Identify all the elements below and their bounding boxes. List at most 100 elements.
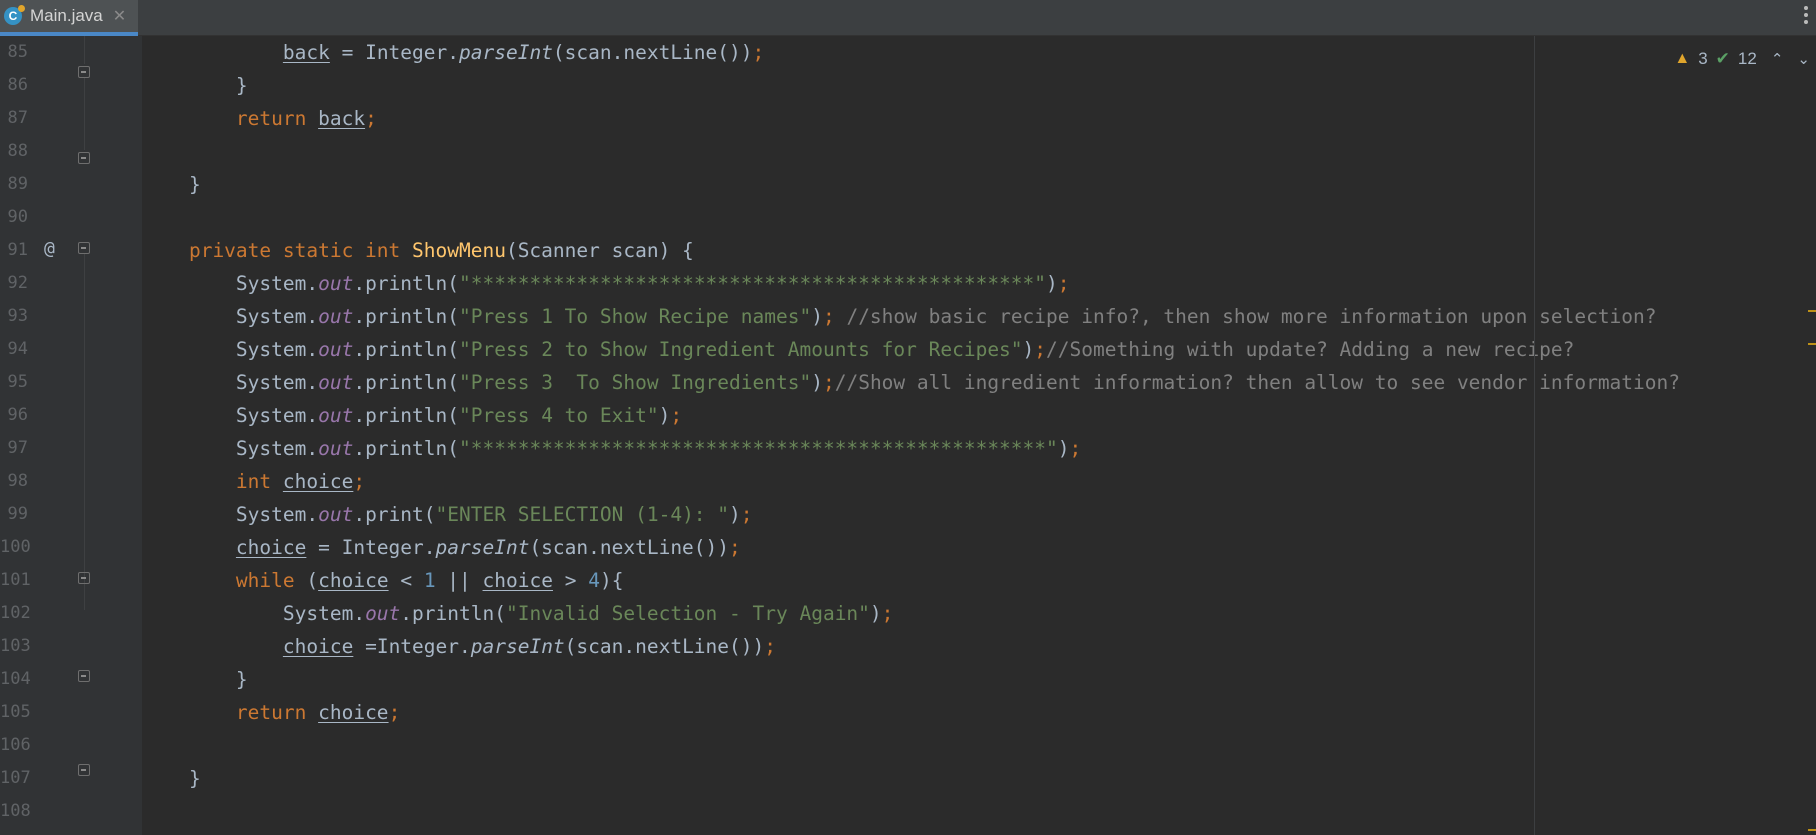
- code-token: ): [1022, 338, 1035, 361]
- line-number: 86: [7, 75, 28, 95]
- inspection-widget[interactable]: ▲ 3 ✔ 12 ⌃ ⌄: [1674, 46, 1816, 72]
- code-line[interactable]: }: [142, 69, 248, 102]
- code-token: choice: [282, 635, 354, 658]
- code-token: ;: [1069, 437, 1082, 460]
- code-token: ;: [353, 470, 366, 493]
- code-token: .print(: [353, 503, 436, 526]
- tab-main-java[interactable]: C Main.java ✕: [0, 0, 138, 36]
- fold-marker[interactable]: [78, 66, 90, 78]
- code-line[interactable]: System.out.print("ENTER SELECTION (1-4):…: [142, 498, 753, 531]
- code-token: out: [318, 272, 354, 295]
- code-token: ): [869, 602, 882, 625]
- code-token: ;: [881, 602, 894, 625]
- error-stripe-mark[interactable]: [1808, 829, 1816, 831]
- code-line[interactable]: System.out.println("Press 1 To Show Reci…: [142, 300, 1657, 333]
- fold-marker[interactable]: [78, 572, 90, 584]
- code-line[interactable]: private static int ShowMenu(Scanner scan…: [142, 234, 694, 267]
- fold-marker[interactable]: [78, 242, 90, 254]
- code-token: }: [142, 74, 248, 97]
- code-token: ): [1046, 272, 1058, 295]
- code-token: ;: [388, 701, 401, 724]
- line-number: 93: [7, 306, 28, 326]
- code-token: //show basic recipe info?, then show mor…: [846, 305, 1657, 328]
- code-token: ;: [822, 371, 835, 394]
- code-token: (scan.nextLine()): [529, 536, 730, 559]
- code-token: "Invalid Selection - Try Again": [505, 602, 870, 625]
- code-token: System.: [142, 272, 319, 295]
- line-number: 87: [7, 108, 28, 128]
- fold-marker[interactable]: [78, 152, 90, 164]
- code-token: }: [142, 767, 201, 790]
- code-area[interactable]: back = Integer.parseInt(scan.nextLine())…: [142, 36, 1812, 835]
- line-number: 92: [7, 273, 28, 293]
- line-numbers: 85 86 87 88 89 90 91 92 93 94 95 96 97 98 99 100 101 102 1…: [0, 36, 34, 835]
- code-token: out: [365, 602, 401, 625]
- code-line[interactable]: System.out.println("Press 2 to Show Ingr…: [142, 333, 1574, 366]
- code-token: ;: [822, 305, 847, 328]
- code-token: ;: [740, 503, 753, 526]
- code-token: ): [658, 404, 671, 427]
- code-token: "Press 4 to Exit": [459, 404, 659, 427]
- code-token: return: [142, 701, 319, 724]
- code-token: .println(: [353, 404, 460, 427]
- code-line[interactable]: System.out.println("********************…: [142, 267, 1070, 300]
- line-number: 103: [0, 636, 31, 656]
- code-line[interactable]: System.out.println("Press 3 To Show Ingr…: [142, 366, 1680, 399]
- override-method-icon[interactable]: @: [44, 238, 55, 259]
- code-token: "Press 2 to Show Ingredient Amounts for …: [459, 338, 1023, 361]
- code-token: ShowMenu: [412, 239, 506, 262]
- chevron-down-icon[interactable]: ⌄: [1797, 50, 1810, 68]
- editor-gutter: 85 86 87 88 89 90 91 92 93 94 95 96 97 98 99 100 101 102 1…: [0, 36, 142, 835]
- chevron-up-icon[interactable]: ⌃: [1771, 50, 1784, 68]
- line-number: 88: [7, 141, 28, 161]
- code-token: parseInt: [459, 41, 553, 64]
- code-token: ): [1057, 437, 1070, 460]
- code-line[interactable]: System.out.println("Invalid Selection - …: [142, 597, 894, 630]
- code-token: while: [142, 569, 307, 592]
- code-line[interactable]: choice =Integer.parseInt(scan.nextLine()…: [142, 630, 776, 663]
- error-stripe-mark[interactable]: [1808, 310, 1816, 312]
- code-line[interactable]: private static int ShowAllRecipes(Connec…: [142, 828, 1034, 835]
- code-line[interactable]: }: [142, 168, 201, 201]
- code-line[interactable]: while (choice < 1 || choice > 4){: [142, 564, 624, 597]
- code-editor[interactable]: 85 86 87 88 89 90 91 92 93 94 95 96 97 98 99 100 101 102 1…: [0, 36, 1816, 835]
- code-token: }: [142, 668, 248, 691]
- line-number: 101: [0, 570, 31, 590]
- error-stripe-mark[interactable]: [1808, 343, 1816, 345]
- code-line[interactable]: return choice;: [142, 696, 400, 729]
- close-tab-icon[interactable]: ✕: [113, 6, 126, 26]
- code-line[interactable]: System.out.println("********************…: [142, 432, 1081, 465]
- code-line[interactable]: }: [142, 663, 248, 696]
- code-token: choice: [318, 569, 389, 592]
- code-line[interactable]: return back;: [142, 102, 377, 135]
- code-line[interactable]: back = Integer.parseInt(scan.nextLine())…: [142, 36, 764, 69]
- code-line[interactable]: int choice;: [142, 465, 365, 498]
- fold-marker[interactable]: [78, 764, 90, 776]
- code-token: System.: [142, 503, 319, 526]
- code-line[interactable]: System.out.println("Press 4 to Exit");: [142, 399, 682, 432]
- code-line[interactable]: }: [142, 762, 201, 795]
- warning-icon: ▲: [1674, 50, 1691, 67]
- code-token: 1: [423, 569, 436, 592]
- code-token: choice: [482, 569, 553, 592]
- right-margin-guide: [1534, 36, 1535, 835]
- line-number: 98: [7, 471, 28, 491]
- code-token: choice: [318, 701, 389, 724]
- code-token: ;: [1057, 272, 1070, 295]
- line-number: 96: [7, 405, 28, 425]
- code-token: out: [318, 338, 354, 361]
- fold-marker[interactable]: [78, 670, 90, 682]
- code-line[interactable]: choice = Integer.parseInt(scan.nextLine(…: [142, 531, 741, 564]
- more-options-icon[interactable]: [1804, 6, 1810, 24]
- code-token: back: [318, 107, 366, 130]
- code-token: //Something with update? Adding a new re…: [1046, 338, 1575, 361]
- line-number: 108: [0, 801, 31, 821]
- code-token: "Press 1 To Show Recipe names": [459, 305, 812, 328]
- code-token: .println(: [353, 371, 460, 394]
- code-token: }: [142, 173, 201, 196]
- code-token: .println(: [353, 305, 460, 328]
- code-token: .println(: [353, 338, 460, 361]
- code-token: =Integer.: [353, 635, 471, 658]
- tab-label: Main.java: [30, 6, 103, 25]
